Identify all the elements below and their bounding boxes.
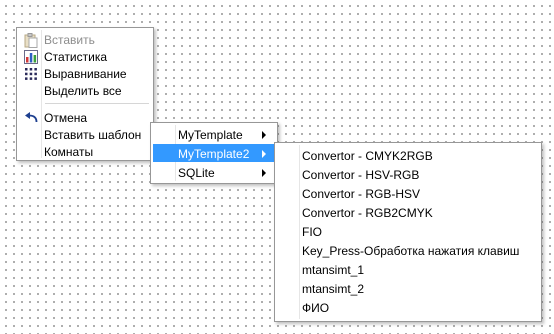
menu-item-undo[interactable]: Отмена [19, 108, 151, 126]
menu-item-align[interactable]: Выравнивание [19, 64, 151, 82]
menu-item-label: MyTemplate2 [178, 147, 250, 161]
template-item[interactable]: Convertor - RGB-HSV [277, 184, 539, 202]
paste-icon [23, 32, 39, 48]
submenu-item-mytemplate[interactable]: MyTemplate [153, 125, 275, 143]
menu-item-statistics[interactable]: Статистика [19, 47, 151, 65]
menu-item-label: SQLite [178, 166, 215, 180]
submenu-arrow-icon [262, 169, 266, 177]
menu-item-label: Выравнивание [44, 67, 127, 81]
menu-item-label: Вставить шаблон [44, 128, 142, 142]
menu-item-paste[interactable]: Вставить [19, 30, 151, 48]
menu-item-select-all[interactable]: Выделить все [19, 81, 151, 99]
menu-item-insert-template[interactable]: Вставить шаблон [19, 125, 151, 143]
menu-item-label: Статистика [44, 50, 108, 64]
menu-item-label: mtansimt_1 [302, 263, 365, 277]
submenu-arrow-icon [262, 131, 266, 139]
template-item[interactable]: Convertor - RGB2CMYK [277, 203, 539, 221]
menu-item-rooms[interactable]: Комнаты [19, 142, 151, 160]
menu-separator [45, 103, 149, 105]
template-item[interactable]: mtansimt_2 [277, 279, 539, 297]
menu-item-label: Вставить [44, 33, 95, 47]
template-item[interactable]: Convertor - CMYK2RGB [277, 146, 539, 164]
menu-item-label: Convertor - CMYK2RGB [302, 149, 433, 163]
menu-item-label: Отмена [44, 111, 88, 125]
template-submenu: MyTemplate MyTemplate2 SQLite [150, 122, 278, 184]
template-item[interactable]: ФИО [277, 298, 539, 316]
mytemplate2-submenu: Convertor - CMYK2RGB Convertor - HSV-RGB… [274, 142, 542, 322]
menu-item-label: Convertor - RGB2CMYK [302, 206, 433, 220]
menu-item-label: Convertor - HSV-RGB [302, 168, 420, 182]
template-item[interactable]: FIO [277, 222, 539, 240]
template-item[interactable]: mtansimt_1 [277, 260, 539, 278]
context-menu: Вставить Статистика Выравнивание Выделит… [16, 27, 154, 161]
submenu-item-mytemplate2[interactable]: MyTemplate2 [153, 144, 275, 162]
menu-item-label: FIO [302, 225, 322, 239]
menu-item-label: ФИО [302, 301, 330, 315]
submenu-arrow-icon [262, 150, 266, 158]
menu-item-label: mtansimt_2 [302, 282, 365, 296]
statistics-icon [23, 49, 39, 65]
menu-item-label: Комнаты [44, 145, 94, 159]
template-item[interactable]: Convertor - HSV-RGB [277, 165, 539, 183]
align-grid-icon [23, 66, 39, 82]
menu-item-label: Key_Press-Обработка нажатия клавиш [302, 244, 520, 258]
menu-item-label: Выделить все [44, 84, 122, 98]
menu-item-label: Convertor - RGB-HSV [302, 187, 421, 201]
template-item[interactable]: Key_Press-Обработка нажатия клавиш [277, 241, 539, 259]
undo-icon [23, 110, 39, 126]
menu-item-label: MyTemplate [178, 128, 243, 142]
submenu-item-sqlite[interactable]: SQLite [153, 163, 275, 181]
